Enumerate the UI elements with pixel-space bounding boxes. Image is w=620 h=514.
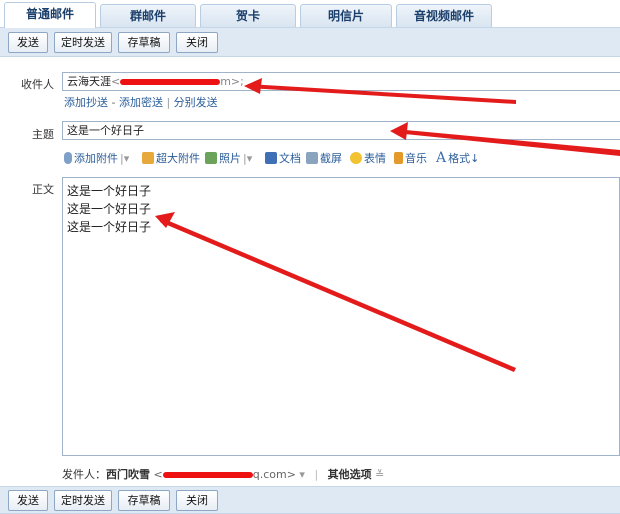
arrow-to-subject-head bbox=[390, 122, 408, 140]
arrow-to-recipient bbox=[248, 84, 516, 104]
arrow-to-recipient-head bbox=[244, 78, 262, 94]
arrow-to-subject bbox=[395, 129, 620, 156]
tab-normal-mail[interactable]: 普通邮件 bbox=[4, 2, 96, 28]
annotation-arrows bbox=[155, 78, 620, 372]
arrow-to-body bbox=[160, 218, 516, 372]
